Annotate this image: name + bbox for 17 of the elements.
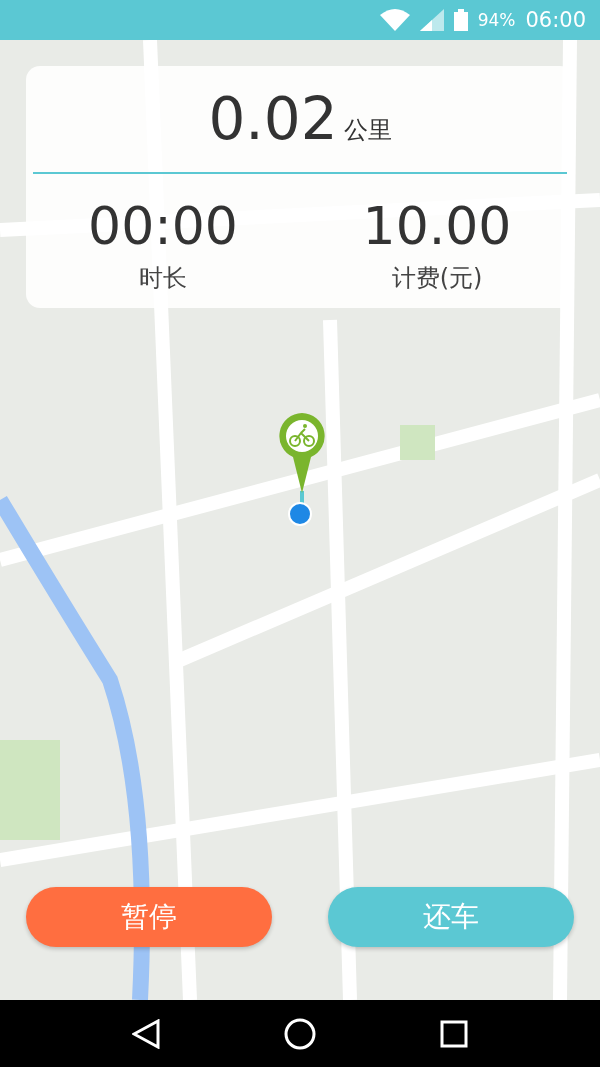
battery-icon xyxy=(453,9,468,31)
stat-label: 时长 xyxy=(139,263,187,294)
wifi-icon xyxy=(379,9,410,31)
clock-time: 06:00 xyxy=(525,8,586,32)
distance-unit: 公里 xyxy=(343,115,392,146)
stat-value: 00:00 xyxy=(88,196,238,256)
pause-button[interactable]: 暂停 xyxy=(26,887,272,947)
return-bike-button[interactable]: 还车 xyxy=(328,887,574,947)
bike-location-pin-icon xyxy=(277,411,327,527)
back-icon[interactable] xyxy=(132,1018,160,1049)
stat-value: 10.00 xyxy=(362,196,512,256)
battery-percent: 94% xyxy=(477,10,516,30)
stat-label: 计费(元) xyxy=(391,263,483,294)
recents-icon[interactable] xyxy=(440,1019,468,1048)
signal-icon xyxy=(419,9,444,31)
distance-value: 0.02 xyxy=(208,85,338,153)
home-icon[interactable] xyxy=(284,1017,316,1050)
